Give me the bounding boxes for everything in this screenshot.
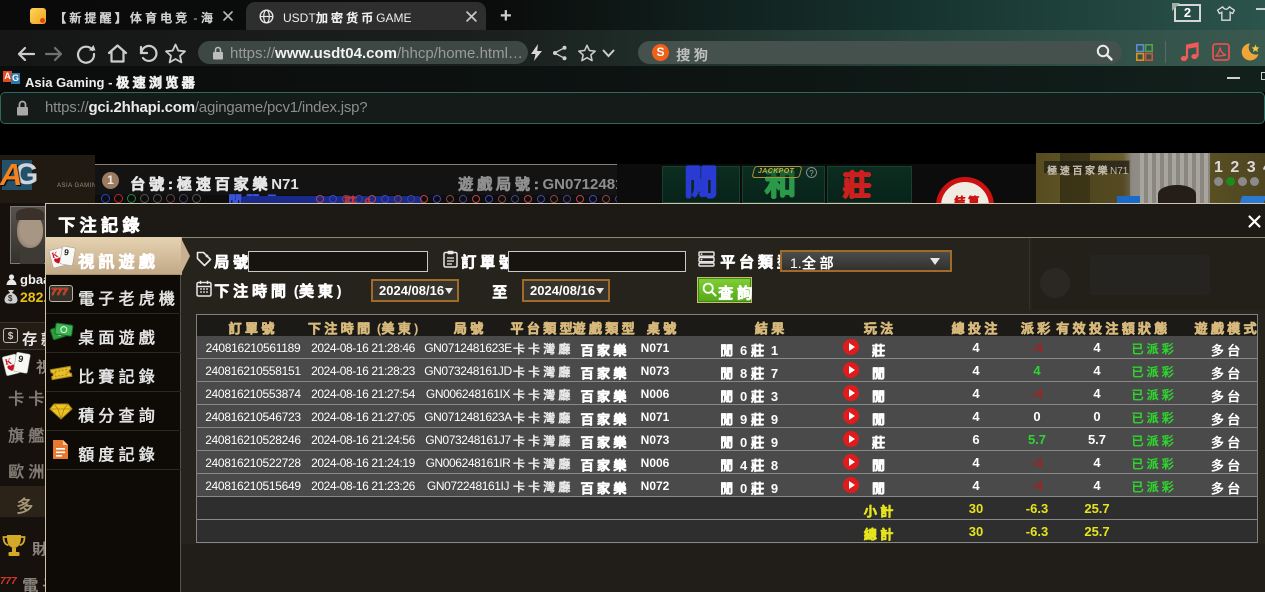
svg-text:$: $: [8, 294, 13, 303]
